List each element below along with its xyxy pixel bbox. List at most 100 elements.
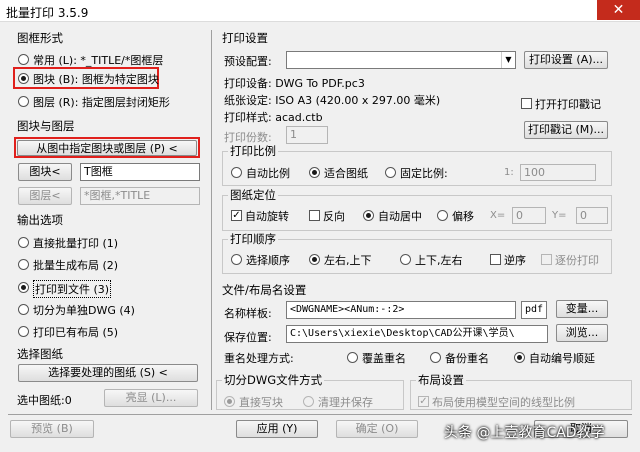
output-split-dwg-radio[interactable] — [18, 304, 29, 315]
scale-auto-radio[interactable] — [231, 167, 242, 178]
offset-y-label: Y= — [552, 210, 567, 221]
split-purge-save-label: 清理并保存 — [318, 396, 373, 409]
reverse-rotate-checkbox[interactable] — [309, 210, 320, 221]
highlight-drawing-button[interactable]: 亮显 (L)... — [104, 389, 198, 407]
print-log-checkbox[interactable] — [521, 98, 532, 109]
split-purge-save-radio[interactable] — [303, 396, 314, 407]
file-extension-input[interactable]: pdf — [521, 301, 547, 319]
frame-style-layer-radio[interactable] — [18, 96, 29, 107]
scale-fixed-radio[interactable] — [385, 167, 396, 178]
scale-heading: 打印比例 — [228, 143, 278, 159]
layer-pick-button[interactable]: 图层< — [18, 187, 72, 205]
reverse-rotate-label: 反向 — [323, 210, 345, 223]
file-naming-heading: 文件/布局名设置 — [222, 283, 307, 297]
frame-style-layer-label: 图层 (R): 指定图层封闭矩形 — [33, 96, 170, 109]
frame-style-block-radio[interactable] — [18, 73, 29, 84]
output-gen-layout-radio[interactable] — [18, 259, 29, 270]
dup-auto-number-radio[interactable] — [514, 352, 525, 363]
scale-auto-label: 自动比例 — [246, 167, 290, 180]
select-drawing-heading: 选择图纸 — [17, 347, 63, 361]
save-location-input[interactable]: C:\Users\xiexie\Desktop\CAD公开课\学员\ — [286, 325, 548, 343]
one-by-one-checkbox[interactable] — [541, 254, 552, 265]
block-layer-heading: 图块与图层 — [17, 119, 75, 133]
paper-size-text: 纸张设定: ISO A3 (420.00 x 297.00 毫米) — [224, 94, 441, 107]
preset-select[interactable]: ▼ — [286, 51, 516, 69]
preset-label: 预设配置: — [224, 55, 272, 68]
duplicate-handling-label: 重名处理方式: — [224, 352, 294, 365]
scale-fit-radio[interactable] — [309, 167, 320, 178]
one-by-one-label: 逐份打印 — [555, 254, 599, 267]
dup-overwrite-radio[interactable] — [347, 352, 358, 363]
ok-button[interactable]: 确定 (O) — [336, 420, 418, 438]
pick-block-layer-button[interactable]: 从图中指定图块或图层 (P) < — [17, 140, 197, 156]
auto-rotate-label: 自动旋转 — [245, 210, 289, 223]
dup-auto-number-label: 自动编号顺延 — [529, 352, 595, 365]
order-reverse-checkbox[interactable] — [490, 254, 501, 265]
offset-radio[interactable] — [437, 210, 448, 221]
frame-style-common-radio[interactable] — [18, 54, 29, 65]
output-existing-layout-radio[interactable] — [18, 326, 29, 337]
watermark-text: 头条 @上壹教育CAD教学 — [444, 425, 605, 441]
copies-input[interactable]: 1 — [286, 126, 328, 144]
order-reverse-label: 逆序 — [504, 254, 526, 267]
split-dwg-heading: 切分DWG文件方式 — [222, 372, 325, 388]
print-settings-heading: 打印设置 — [222, 31, 268, 45]
order-lr-tb-label: 左右,上下 — [324, 254, 372, 267]
offset-x-input[interactable]: 0 — [512, 207, 546, 224]
order-heading: 打印顺序 — [228, 231, 278, 247]
order-selection-label: 选择顺序 — [246, 254, 290, 267]
scale-fit-label: 适合图纸 — [324, 167, 368, 180]
offset-y-input[interactable]: 0 — [576, 207, 608, 224]
footer-divider — [8, 414, 632, 415]
scale-ratio-input[interactable]: 100 — [520, 164, 596, 181]
offset-x-label: X= — [490, 210, 506, 221]
layout-linetype-label: 布局使用模型空间的线型比例 — [432, 396, 575, 409]
output-heading: 输出选项 — [17, 213, 63, 227]
position-heading: 图纸定位 — [228, 187, 278, 203]
print-log-button[interactable]: 打印戳记 (M)... — [524, 121, 608, 139]
apply-button[interactable]: 应用 (Y) — [236, 420, 318, 438]
name-template-label: 名称样板: — [224, 307, 272, 320]
order-selection-radio[interactable] — [231, 254, 242, 265]
browse-button[interactable]: 浏览... — [556, 324, 608, 342]
auto-rotate-checkbox[interactable]: ✓ — [231, 210, 242, 221]
title-bar: 批量打印 3.5.9 ✕ — [0, 0, 640, 22]
auto-center-radio[interactable] — [363, 210, 374, 221]
output-direct-print-label: 直接批量打印 (1) — [33, 237, 119, 250]
scale-ratio-prefix: 1: — [504, 167, 514, 178]
output-split-dwg-label: 切分为单独DWG (4) — [33, 304, 135, 317]
layer-name-input[interactable]: *图框,*TITLE — [80, 187, 200, 205]
split-write-block-radio[interactable] — [224, 396, 235, 407]
name-template-input[interactable]: <DWGNAME><ANum:-:2> — [286, 301, 516, 319]
dup-backup-label: 备份重名 — [445, 352, 489, 365]
dup-backup-radio[interactable] — [430, 352, 441, 363]
variables-button[interactable]: 变量... — [556, 300, 608, 318]
split-write-block-label: 直接写块 — [239, 396, 283, 409]
print-log-checkbox-label: 打开打印戳记 — [535, 98, 601, 111]
close-button[interactable]: ✕ — [597, 0, 640, 20]
output-print-to-file-label: 打印到文件 (3) — [33, 280, 112, 298]
chevron-down-icon: ▼ — [501, 52, 515, 68]
layout-settings-heading: 布局设置 — [416, 372, 466, 388]
pane-divider — [211, 30, 212, 410]
select-drawing-button[interactable]: 选择要处理的图纸 (S) < — [18, 364, 198, 382]
output-direct-print-radio[interactable] — [18, 237, 29, 248]
frame-style-common-label: 常用 (L): *_TITLE/*图框层 — [33, 54, 164, 67]
print-setup-button[interactable]: 打印设置 (A)... — [524, 51, 608, 69]
output-print-to-file-radio[interactable] — [18, 282, 29, 293]
order-tb-lr-label: 上下,左右 — [415, 254, 463, 267]
block-pick-button[interactable]: 图块< — [18, 163, 72, 181]
offset-label: 偏移 — [452, 210, 474, 223]
close-icon: ✕ — [612, 2, 625, 18]
preview-button[interactable]: 预览 (B) — [10, 420, 94, 438]
frame-style-block-label: 图块 (B): 图框为特定图块 — [33, 73, 159, 86]
window-title: 批量打印 3.5.9 — [6, 6, 89, 20]
order-tb-lr-radio[interactable] — [400, 254, 411, 265]
order-lr-tb-radio[interactable] — [309, 254, 320, 265]
selected-count-label: 选中图纸:0 — [17, 394, 72, 407]
layout-linetype-checkbox[interactable]: ✓ — [418, 396, 429, 407]
scale-fixed-label: 固定比例: — [400, 167, 448, 180]
print-style-text: 打印样式: acad.ctb — [224, 111, 323, 124]
block-name-input[interactable]: T图框 — [80, 163, 200, 181]
frame-style-heading: 图框形式 — [17, 31, 63, 45]
